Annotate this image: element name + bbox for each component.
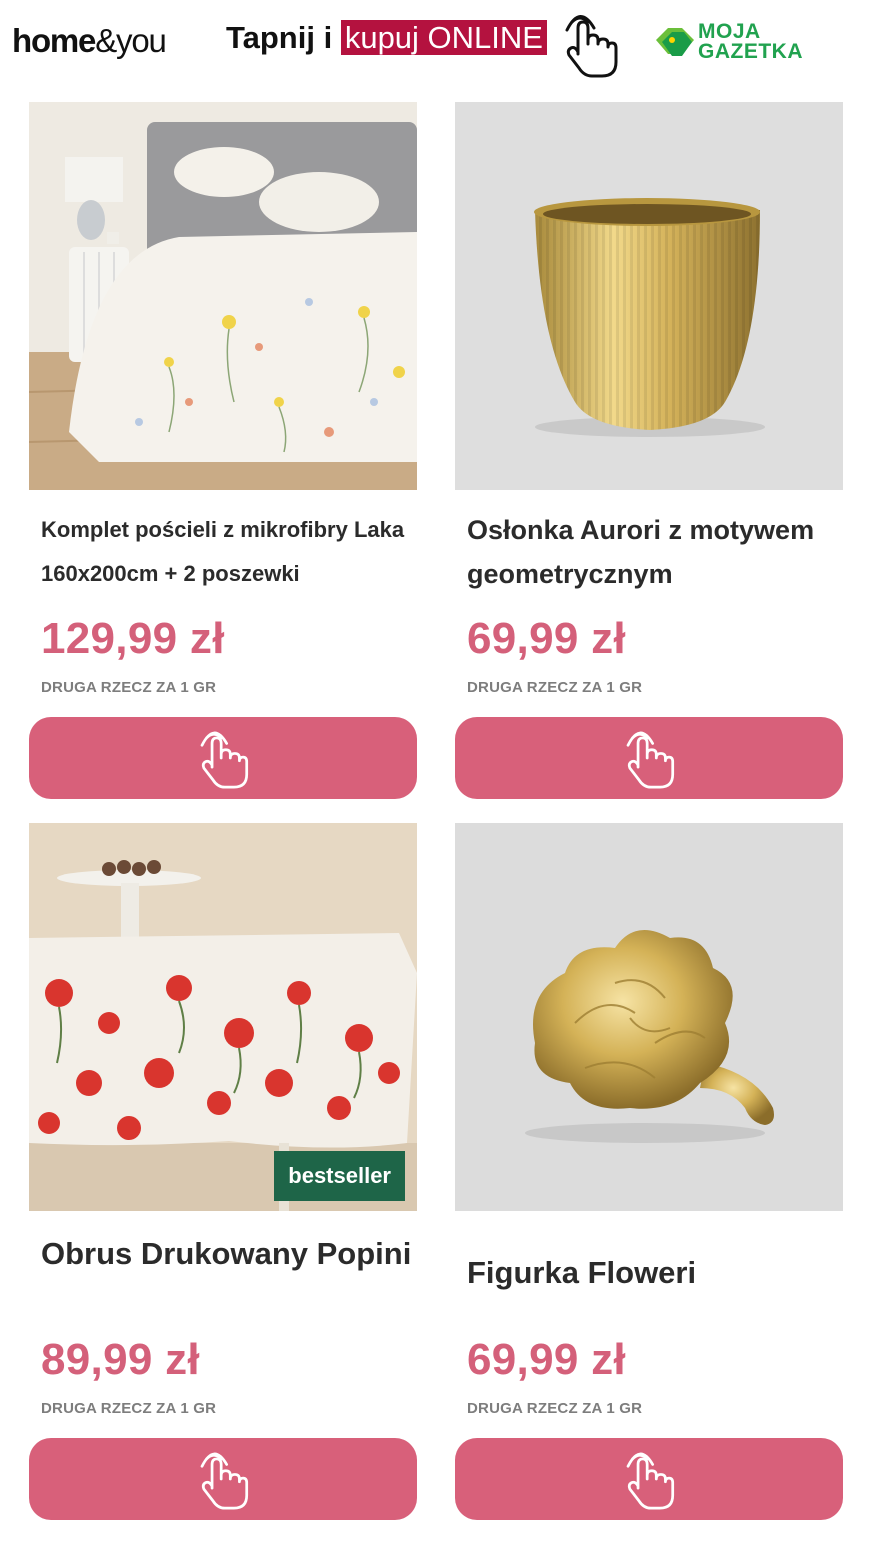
buy-button[interactable] [455, 717, 843, 799]
tap-hand-icon [626, 1452, 675, 1510]
gold-planter-photo[interactable] [455, 102, 843, 490]
home-and-you-logo[interactable]: home&you [12, 22, 167, 60]
gold-flower-figurine-photo[interactable] [455, 823, 843, 1211]
promo-label: DRUGA RZECZ ZA 1 GR [467, 1400, 643, 1417]
tap-to-buy-online-banner[interactable]: Tapnij i kupuj ONLINE [226, 20, 547, 56]
promo-label: DRUGA RZECZ ZA 1 GR [467, 679, 643, 696]
promo-label: DRUGA RZECZ ZA 1 GR [41, 679, 217, 696]
tap-hand-icon [200, 731, 249, 789]
buy-button[interactable] [455, 1438, 843, 1520]
tap-prefix: Tapnij i [226, 20, 333, 55]
product-price: 69,99 zł [467, 614, 626, 663]
tap-hand-icon [200, 1452, 249, 1510]
product-price: 69,99 zł [467, 1335, 626, 1384]
moja-gazetka-text: MOJA GAZETKA [698, 20, 803, 63]
poppy-tablecloth-photo[interactable]: bestseller [29, 823, 417, 1211]
buy-button[interactable] [29, 717, 417, 799]
tap-hand-icon [626, 731, 675, 789]
moja-gazetka-logo[interactable]: MOJA GAZETKA [654, 20, 834, 68]
product-price: 129,99 zł [41, 614, 225, 663]
header: home&you Tapnij i kupuj ONLINE MOJA GAZET… [0, 0, 872, 90]
price-tag-icon [656, 28, 694, 56]
product-title[interactable]: Obrus Drukowany Popini [41, 1232, 411, 1276]
bestseller-badge: bestseller [274, 1151, 405, 1201]
buy-button[interactable] [29, 1438, 417, 1520]
floral-bedding-photo[interactable] [29, 102, 417, 490]
product-title[interactable]: Osłonka Aurori z motywem geometrycznym [467, 508, 843, 596]
product-title[interactable]: Figurka Floweri [467, 1251, 696, 1295]
promo-label: DRUGA RZECZ ZA 1 GR [41, 1400, 217, 1417]
tap-hand-icon [562, 10, 618, 78]
product-title[interactable]: Komplet pościeli z mikrofibry Laka 160x2… [41, 508, 417, 596]
product-price: 89,99 zł [41, 1335, 200, 1384]
buy-online-highlight: kupuj ONLINE [340, 20, 547, 55]
